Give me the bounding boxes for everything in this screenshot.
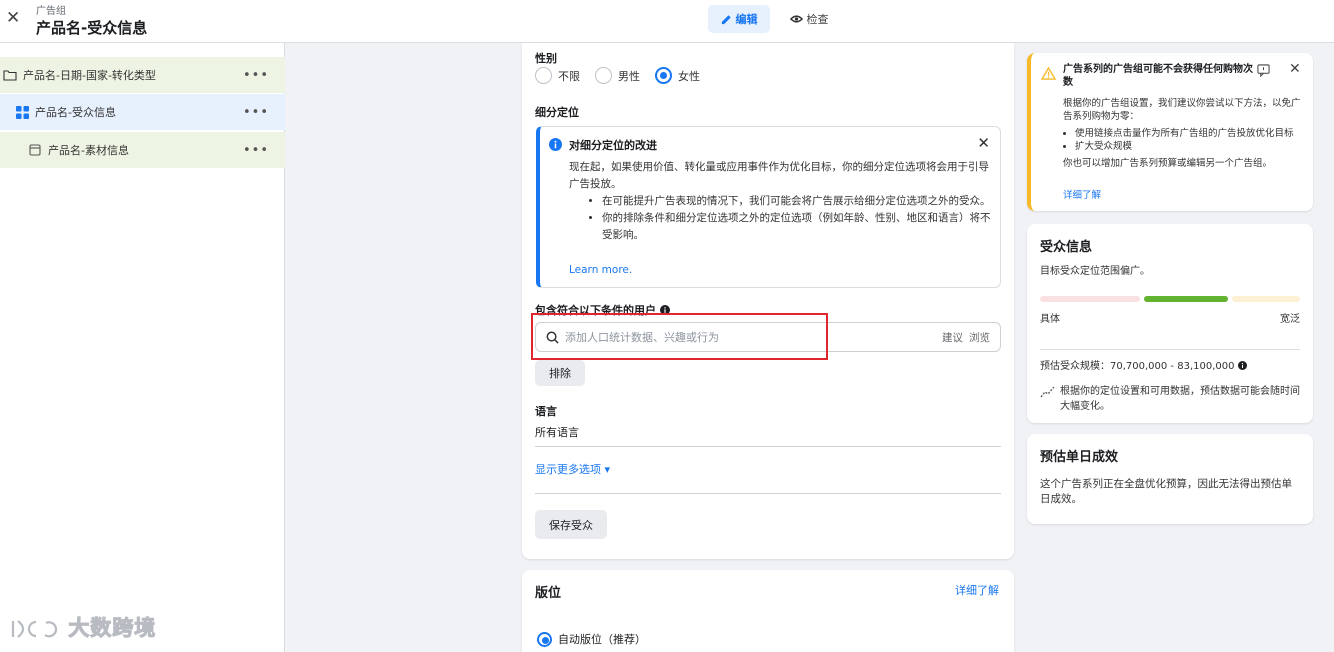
- watermark: 大数跨境: [10, 612, 156, 642]
- feedback-icon[interactable]: [1257, 64, 1270, 77]
- divider: [535, 446, 1001, 447]
- save-audience-button[interactable]: 保存受众: [535, 510, 607, 539]
- warning-bullet: 扩大受众规模: [1075, 140, 1307, 153]
- page-title: 产品名-受众信息: [36, 19, 148, 37]
- tab-review[interactable]: 检查: [782, 5, 836, 33]
- close-icon[interactable]: ✕: [6, 8, 20, 28]
- audience-info-title: 受众信息: [1040, 240, 1093, 255]
- suggest-link[interactable]: 建议: [942, 330, 963, 345]
- audience-card: [522, 43, 1014, 559]
- detailed-targeting-label: 细分定位: [535, 106, 579, 119]
- audience-breadth-text: 目标受众定位范围偏广。: [1040, 266, 1150, 277]
- estimated-audience-size: 预估受众规模：70,700,000 - 83,100,000: [1040, 359, 1247, 374]
- campaign-tree: 产品名-日期-国家-转化类型 ••• 产品名-受众信息 ••• 产品名-素材信息…: [0, 43, 285, 652]
- notice-title: 对细分定位的改进: [569, 139, 657, 152]
- gender-radio-female[interactable]: [655, 67, 672, 84]
- warning-icon: [1041, 67, 1056, 80]
- include-users-label: 包含符合以下条件的用户: [535, 302, 670, 318]
- notice-body: 现在起，如果使用价值、转化量或应用事件作为优化目标，你的细分定位选项将会用于引导…: [569, 159, 995, 244]
- gender-option-label: 男性: [618, 69, 640, 83]
- meter-broad-segment: [1231, 296, 1300, 302]
- auto-placement-label: 自动版位（推荐）: [558, 633, 646, 646]
- audience-breadth-meter: [1040, 296, 1300, 302]
- exclude-button[interactable]: 排除: [535, 360, 585, 386]
- meter-specific-segment: [1040, 296, 1140, 302]
- estimate-note: 根据你的定位设置和可用数据，预估数据可能会随时间大幅变化。: [1060, 386, 1300, 412]
- search-icon: [546, 331, 559, 344]
- include-users-text: 包含符合以下条件的用户: [535, 304, 656, 317]
- tab-edit-label: 编辑: [735, 13, 758, 26]
- learn-more-link[interactable]: Learn more.: [569, 264, 632, 276]
- watermark-logo: [11, 620, 58, 638]
- tab-edit[interactable]: 编辑: [708, 5, 770, 33]
- gender-radio-group: 不限 男性 女性: [535, 67, 715, 84]
- sidebar-item-campaign[interactable]: 产品名-日期-国家-转化类型 •••: [0, 57, 285, 93]
- specific-label: 具体: [1040, 314, 1060, 325]
- sidebar-item-label: 产品名-素材信息: [48, 144, 129, 157]
- sidebar-item-label: 产品名-日期-国家-转化类型: [23, 69, 156, 82]
- daily-results-title: 预估单日成效: [1040, 450, 1119, 465]
- more-options-icon[interactable]: •••: [243, 68, 269, 83]
- notice-text: 现在起，如果使用价值、转化量或应用事件作为优化目标，你的细分定位选项将会用于引导…: [569, 161, 989, 190]
- warning-text: 根据你的广告组设置，我们建议你尝试以下方法，以免广告系列购物为零：: [1063, 98, 1301, 122]
- auto-placement-radio[interactable]: [537, 631, 552, 647]
- trend-icon: [1040, 386, 1055, 398]
- info-icon[interactable]: [659, 305, 670, 315]
- more-options-icon[interactable]: •••: [243, 105, 269, 120]
- gender-radio-male[interactable]: [595, 67, 612, 84]
- info-icon[interactable]: [1237, 361, 1247, 370]
- broad-label: 宽泛: [1280, 314, 1300, 325]
- notice-bullet: 你的排除条件和细分定位选项之外的定位选项（例如年龄、性别、地区和语言）将不受影响…: [602, 210, 995, 244]
- gender-radio-all[interactable]: [535, 67, 552, 84]
- top-bar: ✕ 广告组 产品名-受众信息 编辑 检查: [0, 0, 1334, 43]
- folder-icon: [2, 67, 18, 83]
- audience-definition-card: 受众信息 目标受众定位范围偏广。 具体 宽泛 预估受众规模：70,700,000…: [1027, 224, 1313, 423]
- estimated-daily-results-card: 预估单日成效 这个广告系列正在全盘优化预算，因此无法得出预估单日成效。: [1027, 434, 1313, 524]
- warning-body: 根据你的广告组设置，我们建议你尝试以下方法，以免广告系列购物为零： 使用链接点击…: [1063, 97, 1307, 170]
- gender-option-label: 不限: [558, 69, 580, 83]
- tab-review-label: 检查: [806, 13, 829, 26]
- sidebar-item-ad[interactable]: 产品名-素材信息 •••: [0, 132, 285, 168]
- language-label: 语言: [535, 405, 557, 418]
- show-more-options-link[interactable]: 显示更多选项 ▾: [535, 461, 610, 477]
- more-options-icon[interactable]: •••: [243, 143, 269, 158]
- warning-bullet: 使用链接点击量作为所有广告组的广告投放优化目标: [1075, 127, 1307, 140]
- warning-title: 广告系列的广告组可能不会获得任何购物次数: [1063, 64, 1253, 88]
- pencil-icon: [721, 14, 731, 24]
- estimated-audience-text: 预估受众规模：70,700,000 - 83,100,000: [1040, 361, 1235, 372]
- sidebar-item-label: 产品名-受众信息: [35, 106, 116, 119]
- detailed-targeting-search[interactable]: 建议 浏览: [535, 322, 1001, 352]
- ad-icon: [27, 142, 43, 158]
- close-icon[interactable]: ✕: [1289, 61, 1301, 77]
- divider: [1040, 349, 1300, 350]
- gender-label: 性别: [535, 52, 557, 65]
- divider: [535, 493, 1001, 494]
- warning-footer: 你也可以增加广告系列预算或编辑另一个广告组。: [1063, 158, 1273, 169]
- placements-title: 版位: [535, 586, 562, 601]
- meter-ok-segment: [1143, 296, 1228, 302]
- placements-learn-more-link[interactable]: 详细了解: [955, 582, 999, 598]
- sidebar-item-adset[interactable]: 产品名-受众信息 •••: [0, 94, 285, 130]
- purchase-warning-card: 广告系列的广告组可能不会获得任何购物次数 ✕ 根据你的广告组设置，我们建议你尝试…: [1027, 53, 1313, 211]
- warning-learn-more-link[interactable]: 详细了解: [1063, 187, 1101, 201]
- daily-results-text: 这个广告系列正在全盘优化预算，因此无法得出预估单日成效。: [1040, 478, 1292, 505]
- gender-option-label: 女性: [678, 69, 700, 83]
- browse-link[interactable]: 浏览: [969, 330, 990, 345]
- info-icon: [549, 138, 562, 151]
- eye-icon: [789, 15, 803, 23]
- notice-bullet: 在可能提升广告表现的情况下，我们可能会将广告展示给细分定位选项之外的受众。: [602, 193, 995, 210]
- breadcrumb: 广告组: [36, 6, 66, 17]
- close-icon[interactable]: ✕: [977, 134, 990, 152]
- language-value: 所有语言: [535, 426, 579, 439]
- grid-icon: [14, 104, 30, 120]
- watermark-text: 大数跨境: [68, 616, 157, 641]
- detailed-targeting-notice: 对细分定位的改进 ✕ 现在起，如果使用价值、转化量或应用事件作为优化目标，你的细…: [536, 126, 1001, 288]
- auto-placement-option[interactable]: 自动版位（推荐）: [537, 631, 646, 647]
- search-input[interactable]: [559, 330, 942, 344]
